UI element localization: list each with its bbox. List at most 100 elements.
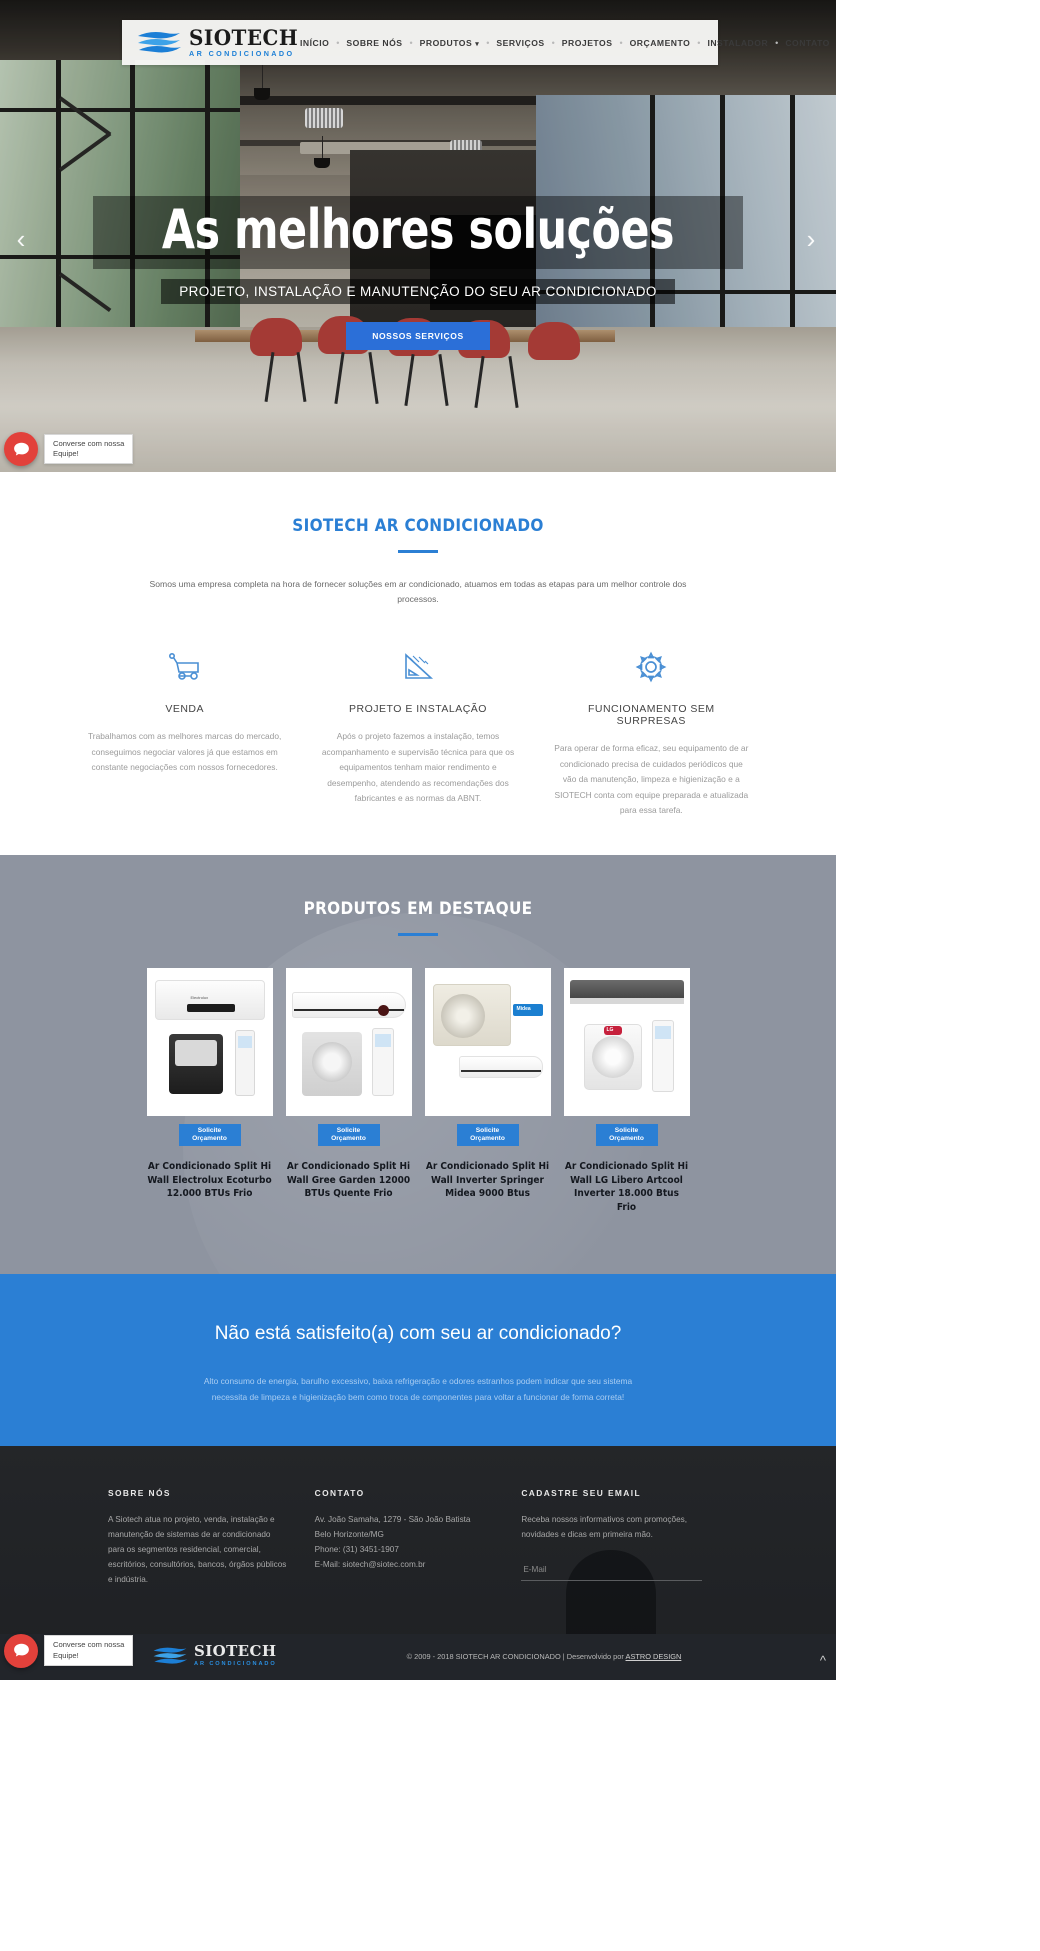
about-lead-text: Somos uma empresa completa na hora de fo…: [149, 579, 687, 605]
nav-separator: •: [619, 37, 623, 48]
siotech-waves-logo-icon: [136, 29, 182, 59]
products-section: PRODUTOS EM DESTAQUE Electrolux Solicite…: [0, 854, 836, 1275]
nav-item-instalador[interactable]: INSTALADOR: [707, 38, 768, 48]
product-name: Ar Condicionado Split Hi Wall Inverter S…: [425, 1161, 550, 1200]
nav-item-inicio[interactable]: INÍCIO: [300, 38, 329, 48]
product-quote-button[interactable]: Solicite Orçamento: [456, 1123, 519, 1147]
hero-slider: ‹ › As melhores soluções PROJETO, INSTAL…: [0, 0, 836, 472]
site-footer: SOBRE NÓS A Siotech atua no projeto, ven…: [0, 1445, 836, 1680]
hero-content: As melhores soluções PROJETO, INSTALAÇÃO…: [0, 196, 836, 350]
cta-text: Alto consumo de energia, barulho excessi…: [203, 1375, 633, 1402]
products-grid: Electrolux Solicite Orçamento Ar Condici…: [0, 967, 836, 1214]
chat-tooltip: Converse com nossa Equipe!: [44, 1635, 134, 1666]
hero-subtitle-backdrop: PROJETO, INSTALAÇÃO E MANUTENÇÃO DO SEU …: [161, 278, 675, 304]
nav-separator: •: [697, 37, 701, 48]
footer-newsletter-text: Receba nossos informativos com promoções…: [521, 1514, 687, 1539]
ruler-triangle-icon: [319, 647, 516, 687]
footer-column-about: SOBRE NÓS A Siotech atua no projeto, ven…: [108, 1488, 315, 1588]
main-navigation: INÍCIO • SOBRE NÓS • PRODUTOS ▾ • SERVIÇO…: [300, 38, 830, 48]
chat-tooltip-line2: Equipe!: [53, 449, 79, 458]
service-column-venda: VENDA Trabalhamos com as melhores marcas…: [68, 647, 301, 819]
product-name: Ar Condicionado Split Hi Wall LG Libero …: [564, 1161, 689, 1213]
nav-item-projetos[interactable]: PROJETOS: [562, 38, 613, 48]
service-column-funcionamento: FUNCIONAMENTO SEM SURPRESAS Para operar …: [535, 647, 768, 819]
product-image: Midea: [424, 967, 551, 1116]
nav-separator: •: [409, 37, 413, 48]
hero-title-backdrop: As melhores soluções: [93, 196, 743, 269]
chat-widget-hero[interactable]: Converse com nossa Equipe!: [4, 432, 134, 466]
footer-newsletter-title: CADASTRE SEU EMAIL: [521, 1487, 641, 1498]
product-image: LG: [563, 967, 690, 1116]
chat-bubble-icon[interactable]: [4, 432, 38, 466]
product-name: Ar Condicionado Split Hi Wall Electrolux…: [147, 1161, 272, 1200]
chat-tooltip-line2: Equipe!: [53, 1650, 79, 1660]
nav-item-sobre-nos[interactable]: SOBRE NÓS: [346, 38, 402, 48]
nav-separator: •: [336, 37, 340, 48]
service-title-funcionamento: FUNCIONAMENTO SEM SURPRESAS: [587, 703, 715, 728]
product-card[interactable]: Electrolux Solicite Orçamento Ar Condici…: [146, 967, 273, 1214]
hero-prev-arrow[interactable]: ‹: [10, 226, 32, 252]
service-text-venda: Trabalhamos com as melhores marcas do me…: [88, 731, 282, 773]
footer-columns: SOBRE NÓS A Siotech atua no projeto, ven…: [108, 1488, 728, 1634]
nav-item-produtos-label: PRODUTOS: [419, 37, 473, 48]
nav-separator: •: [486, 37, 490, 48]
nav-item-servicos[interactable]: SERVIÇOS: [496, 38, 544, 48]
footer-copyright: © 2009 - 2018 SIOTECH AR CONDICIONADO | …: [252, 1652, 836, 1661]
badge-line2: Orçamento: [331, 1135, 366, 1143]
gear-icon: [553, 647, 750, 687]
scroll-to-top-icon[interactable]: ^: [820, 1653, 826, 1668]
badge-line2: Orçamento: [192, 1135, 227, 1143]
product-quote-button[interactable]: Solicite Orçamento: [595, 1123, 658, 1147]
footer-column-newsletter: CADASTRE SEU EMAIL Receba nossos informa…: [521, 1488, 728, 1588]
developer-credit-link[interactable]: ASTRO DESIGN: [626, 1652, 682, 1661]
chat-widget-footer[interactable]: Converse com nossa Equipe!: [4, 1633, 134, 1668]
product-image: Electrolux: [146, 967, 273, 1116]
viewport-empty-area: [836, 0, 1040, 1680]
hero-cta-button[interactable]: NOSSOS SERVIÇOS: [346, 321, 490, 350]
service-title-projeto: PROJETO E INSTALAÇÃO: [349, 703, 487, 716]
logo-name: SIOTECH: [189, 24, 299, 50]
nav-item-produtos[interactable]: PRODUTOS ▾: [420, 38, 480, 48]
logo-text-block: SIOTECH AR CONDICIONADO: [189, 27, 304, 57]
product-quote-button[interactable]: Solicite Orçamento: [178, 1123, 241, 1147]
footer-about-text: A Siotech atua no projeto, venda, instal…: [108, 1514, 287, 1585]
chat-bubble-icon[interactable]: [4, 1633, 38, 1668]
products-title-underline: [398, 932, 438, 936]
about-title: SIOTECH AR CONDICIONADO: [292, 516, 544, 536]
products-title: PRODUTOS EM DESTAQUE: [303, 898, 533, 919]
service-text-funcionamento: Para operar de forma eficaz, seu equipam…: [554, 743, 749, 816]
product-quote-button[interactable]: Solicite Orçamento: [317, 1123, 380, 1147]
site-logo[interactable]: SIOTECH AR CONDICIONADO: [136, 27, 298, 59]
page-root: ‹ › As melhores soluções PROJETO, INSTAL…: [0, 0, 1040, 1680]
cta-heading: Não está satisfeito(a) com seu ar condic…: [214, 1323, 622, 1345]
service-columns: VENDA Trabalhamos com as melhores marcas…: [68, 647, 768, 819]
newsletter-email-input[interactable]: [521, 1560, 703, 1582]
service-title-venda: VENDA: [165, 703, 204, 716]
service-column-projeto: PROJETO E INSTALAÇÃO Após o projeto faze…: [301, 647, 534, 819]
badge-line1: Solicite: [197, 1126, 222, 1134]
product-card[interactable]: Solicite Orçamento Ar Condicionado Split…: [285, 967, 412, 1214]
service-text-projeto: Após o projeto fazemos a instalação, tem…: [321, 731, 515, 804]
footer-column-contact: CONTATO Av. João Samaha, 1279 - São João…: [315, 1488, 522, 1588]
badge-line2: Orçamento: [470, 1135, 505, 1143]
product-card[interactable]: Midea Solicite Orçamento Ar Condicionado…: [424, 967, 551, 1214]
chat-tooltip-line1: Converse com nossa: [53, 1640, 125, 1650]
nav-item-contato[interactable]: CONTATO: [785, 38, 830, 48]
footer-address-line1: Av. João Samaha, 1279 - São João Batista: [314, 1514, 471, 1524]
footer-contact-title: CONTATO: [314, 1487, 365, 1498]
badge-line2: Orçamento: [609, 1135, 644, 1143]
footer-email[interactable]: E-Mail: siotech@siotec.com.br: [315, 1557, 496, 1572]
footer-phone[interactable]: Phone: (31) 3451-1907: [315, 1542, 496, 1557]
nav-separator: •: [551, 37, 555, 48]
product-card[interactable]: LG Solicite Orçamento Ar Condicionado Sp…: [563, 967, 690, 1214]
badge-line1: Solicite: [336, 1126, 361, 1134]
hero-subtitle: PROJETO, INSTALAÇÃO E MANUTENÇÃO DO SEU …: [179, 283, 657, 299]
chat-tooltip-line1: Converse com nossa: [53, 438, 125, 448]
nav-separator: •: [775, 37, 779, 48]
hero-next-arrow[interactable]: ›: [800, 226, 822, 252]
nav-item-orcamento[interactable]: ORÇAMENTO: [630, 38, 691, 48]
product-image: [285, 967, 412, 1116]
footer-logo-tagline: AR CONDICIONADO: [194, 1661, 277, 1668]
about-section: SIOTECH AR CONDICIONADO Somos uma empres…: [0, 472, 836, 855]
hero-title: As melhores soluções: [161, 198, 675, 261]
